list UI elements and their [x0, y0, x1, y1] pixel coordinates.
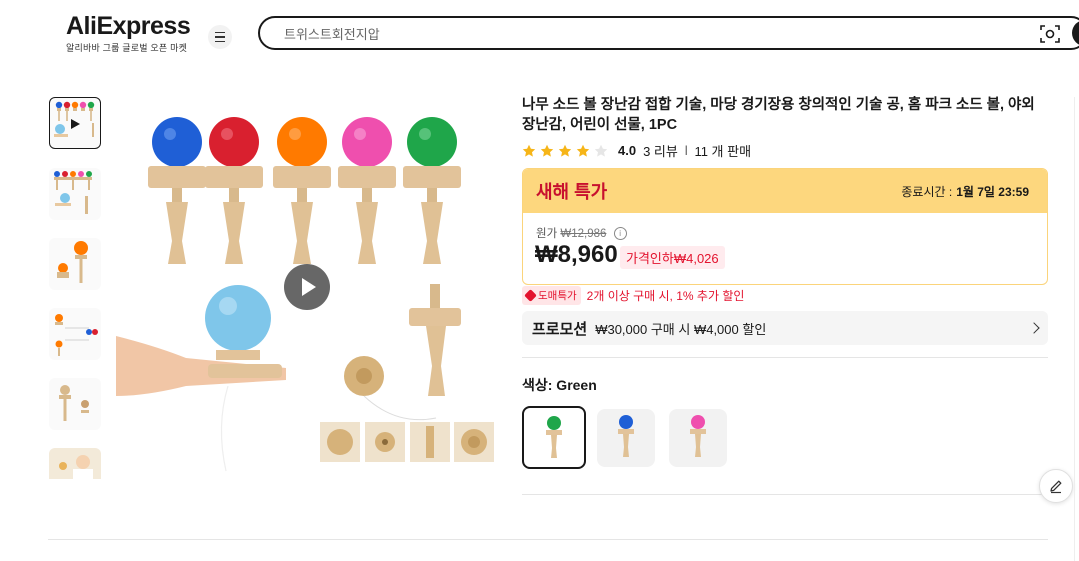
- thumbnail-4[interactable]: [49, 308, 101, 360]
- pencil-icon: [1050, 480, 1062, 494]
- edit-button[interactable]: [1039, 469, 1073, 503]
- logo-text: AliExpress: [66, 12, 191, 40]
- aliexpress-logo[interactable]: AliExpress 알리바바 그룹 글로벌 오픈 마켓: [66, 12, 191, 54]
- current-price: ₩8,960: [535, 241, 618, 268]
- tag-icon: [524, 289, 537, 302]
- thumbnail-3[interactable]: [49, 238, 101, 290]
- product-title: 나무 소드 볼 장난감 접합 기술, 마당 경기장용 창의적인 기술 공, 홈 …: [522, 97, 1035, 133]
- menu-button[interactable]: [208, 25, 232, 49]
- play-video-button[interactable]: [284, 264, 330, 310]
- deal-header: 새해 특가 종료시간 :1월 7일 23:59: [523, 169, 1047, 213]
- original-price-label: 원가: [536, 228, 558, 240]
- color-label: 색상: Green: [522, 377, 597, 393]
- search-input[interactable]: [282, 18, 986, 50]
- hand-with-kendama: [116, 285, 286, 472]
- kendama-pink: [338, 117, 396, 264]
- search-button[interactable]: [1072, 20, 1079, 46]
- divider: |: [684, 145, 688, 156]
- hamburger-icon: [215, 30, 225, 44]
- wholesale-tag-label: 도매특가: [538, 290, 577, 302]
- wholesale-tag: 도매특가: [522, 286, 581, 305]
- thumbnail-1[interactable]: [49, 97, 101, 149]
- star-icon: [522, 144, 536, 157]
- thumbnail-2[interactable]: [49, 168, 101, 220]
- logo-subtitle: 알리바바 그룹 글로벌 오픈 마켓: [66, 43, 188, 53]
- color-option-green[interactable]: [522, 406, 586, 469]
- star-icon: [540, 144, 554, 157]
- deal-box: 새해 특가 종료시간 :1월 7일 23:59 원가 ₩12,986 i ₩8,…: [522, 168, 1048, 285]
- kendama-blue: [148, 117, 206, 264]
- original-price: 원가 ₩12,986 i: [536, 225, 627, 241]
- discount-badge: 가격인하₩4,026: [620, 246, 725, 269]
- deal-end-label: 종료시간 :: [901, 184, 953, 199]
- color-option-pink[interactable]: [669, 409, 727, 467]
- promotion-label: 프로모션: [532, 320, 588, 338]
- divider: [522, 357, 1048, 358]
- divider: [48, 539, 1048, 540]
- wholesale-text: 2개 이상 구매 시, 1% 추가 할인: [586, 289, 745, 303]
- divider: [522, 494, 1042, 495]
- star-icon: [576, 144, 590, 157]
- thumbnail-5[interactable]: [49, 378, 101, 430]
- deal-end-time: 종료시간 :1월 7일 23:59: [901, 183, 1029, 200]
- original-price-value: ₩12,986: [560, 228, 607, 240]
- kendama-parts: [344, 284, 461, 421]
- color-option-blue[interactable]: [597, 409, 655, 467]
- review-count[interactable]: 3 리뷰: [643, 141, 678, 160]
- kendama-red: [205, 117, 263, 264]
- chevron-right-icon: [1028, 322, 1040, 334]
- star-empty-icon: [594, 144, 608, 157]
- kendama-orange: [273, 117, 331, 264]
- thumbnail-6[interactable]: [49, 448, 101, 479]
- star-icon: [558, 144, 572, 157]
- kendama-green: [403, 117, 461, 264]
- wholesale-row: 도매특가 2개 이상 구매 시, 1% 추가 할인: [522, 286, 744, 305]
- sold-count: 11 개 판매: [694, 144, 752, 159]
- rating-value: 4.0: [618, 143, 637, 158]
- rating-row: 4.0 3 리뷰 | 11 개 판매: [522, 141, 751, 160]
- scrollbar[interactable]: [1074, 97, 1079, 561]
- camera-search-icon[interactable]: [1040, 24, 1060, 44]
- promotion-text: ₩30,000 구매 시 ₩4,000 할인: [595, 321, 767, 337]
- promotion-row[interactable]: 프로모션 ₩30,000 구매 시 ₩4,000 할인: [522, 311, 1048, 345]
- search-bar: [258, 16, 1079, 50]
- deal-end-value: 1월 7일 23:59: [956, 184, 1029, 199]
- info-icon[interactable]: i: [613, 227, 627, 241]
- deal-title: 새해 특가: [536, 182, 608, 202]
